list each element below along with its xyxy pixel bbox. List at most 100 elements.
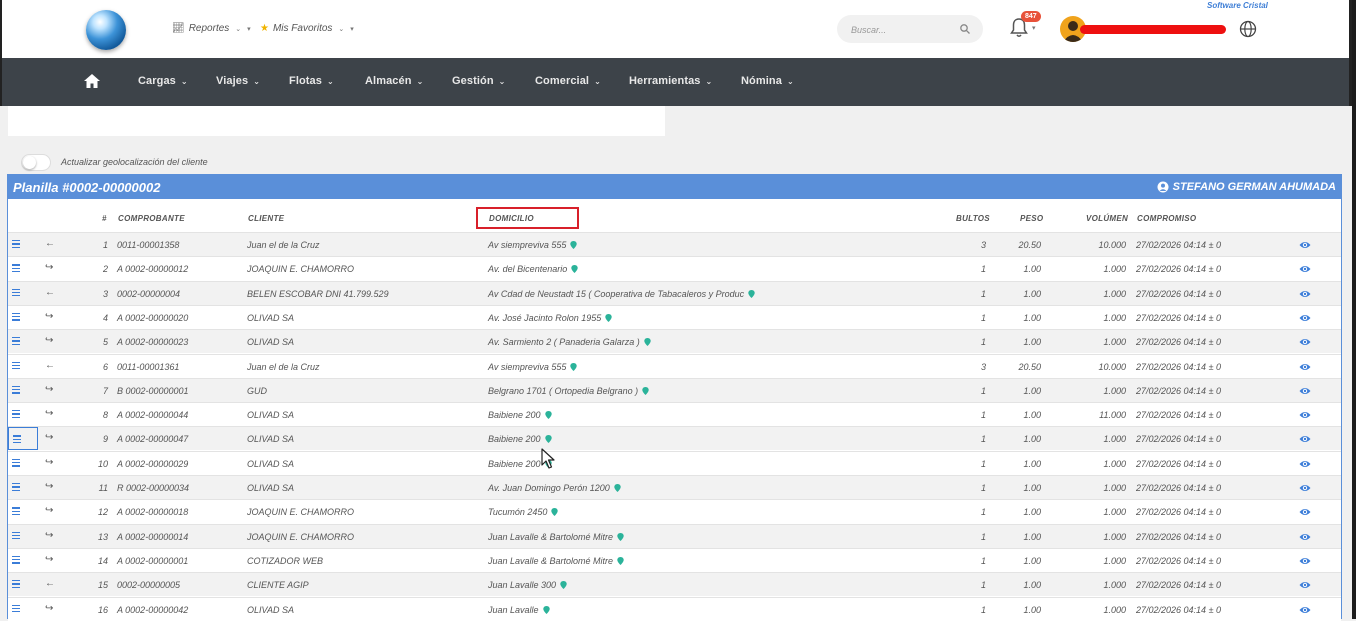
row-comprobante[interactable]: 0011-00001358 [117,240,179,250]
eye-icon[interactable] [1299,362,1311,372]
table-row[interactable]: ↪ 2 A 0002-00000012 JOAQUIN E. CHAMORRO Av. … [8,256,1341,281]
row-menu-icon[interactable] [12,262,22,274]
eye-icon[interactable] [1299,337,1311,347]
table-row[interactable]: ↪ 5 A 0002-00000023 OLIVAD SA Av. Sarmiento … [8,329,1341,354]
eye-icon[interactable] [1299,264,1311,274]
table-row[interactable]: ↪ 14 A 0002-00000001 COTIZADOR WEB Juan Lava… [8,547,1341,572]
table-row[interactable]: ↪ 12 A 0002-00000018 JOAQUIN E. CHAMORRO Tuc… [8,499,1341,524]
col-volumen[interactable]: VOLÚMEN [1086,214,1128,223]
row-menu-icon[interactable] [12,360,22,372]
map-pin-icon[interactable] [617,556,624,565]
col-bultos[interactable]: BULTOS [956,214,990,223]
map-pin-icon[interactable] [542,605,550,614]
map-pin-icon[interactable] [544,411,552,420]
row-comprobante[interactable]: A 0002-00000012 [117,264,188,274]
row-menu-icon[interactable] [12,530,22,542]
table-row[interactable]: ↪ 16 A 0002-00000042 OLIVAD SA Juan Lavalle 1… [8,596,1341,621]
eye-icon[interactable] [1299,434,1311,444]
col-compromiso[interactable]: COMPROMISO [1137,214,1196,223]
row-menu-icon[interactable] [12,578,22,590]
geolocation-toggle[interactable] [21,154,51,171]
table-row[interactable]: ↪ 13 A 0002-00000014 JOAQUIN E. CHAMORRO Jua… [8,523,1341,548]
eye-icon[interactable] [1299,459,1311,469]
eye-icon[interactable] [1299,507,1311,517]
row-comprobante[interactable]: A 0002-00000018 [117,507,188,517]
row-comprobante[interactable]: 0002-00000005 [117,580,180,590]
nav-viajes[interactable]: Viajes ⌄ [216,75,260,87]
col-peso[interactable]: PESO [1020,214,1043,223]
nav-flotas[interactable]: Flotas ⌄ [289,75,334,87]
eye-icon[interactable] [1299,386,1311,396]
eye-icon[interactable] [1299,532,1311,542]
table-row[interactable]: ↪ 9 A 0002-00000047 OLIVAD SA Baibiene 200 1 1… [8,426,1341,451]
eye-icon[interactable] [1299,313,1311,323]
favoritos-menu[interactable]: ★ Mis Favoritos ⌄ ▾ [260,23,354,34]
row-menu-icon[interactable] [12,287,22,299]
row-menu-icon[interactable] [8,427,38,451]
row-menu-icon[interactable] [12,603,22,615]
row-comprobante[interactable]: 0011-00001361 [117,362,179,372]
map-pin-icon[interactable] [570,362,578,371]
search-input[interactable] [849,22,963,38]
map-pin-icon[interactable] [642,386,649,395]
nav-nomina[interactable]: Nómina ⌄ [741,75,794,87]
row-menu-icon[interactable] [12,457,22,469]
nav-herramientas[interactable]: Herramientas ⌄ [629,75,712,87]
nav-almacen[interactable]: Almacén ⌄ [365,75,423,87]
col-cliente[interactable]: CLIENTE [248,214,284,223]
row-comprobante[interactable]: A 0002-00000020 [117,313,188,323]
table-row[interactable]: ← 1 0011-00001358 Juan el de la Cruz Av siem… [8,232,1341,256]
map-pin-icon[interactable] [544,435,552,444]
eye-icon[interactable] [1299,410,1311,420]
map-pin-icon[interactable] [748,289,755,298]
globe-icon[interactable] [1239,20,1257,38]
row-menu-icon[interactable] [12,481,22,493]
row-comprobante[interactable]: A 0002-00000047 [117,434,188,444]
row-comprobante[interactable]: R 0002-00000034 [117,483,189,493]
table-row[interactable]: ↪ 4 A 0002-00000020 OLIVAD SA Av. José Jacin… [8,304,1341,329]
col-num[interactable]: # [102,214,107,223]
map-pin-icon[interactable] [571,265,578,274]
map-pin-icon[interactable] [570,241,578,249]
nav-gestion[interactable]: Gestión ⌄ [452,75,505,87]
row-menu-icon[interactable] [12,311,22,323]
table-row[interactable]: ↪ 7 B 0002-00000001 GUD Belgrano 1701 ( Orto… [8,377,1341,402]
table-row[interactable]: ← 6 0011-00001361 Juan el de la Cruz Av siem… [8,353,1341,378]
map-pin-icon[interactable] [614,484,621,492]
row-comprobante[interactable]: A 0002-00000023 [117,337,188,347]
row-comprobante[interactable]: A 0002-00000014 [117,532,188,542]
eye-icon[interactable] [1299,556,1311,566]
table-row[interactable]: ← 15 0002-00000005 CLIENTE AGIP Juan Lavalle… [8,572,1341,597]
nav-cargas[interactable]: Cargas ⌄ [138,75,188,87]
eye-icon[interactable] [1299,240,1311,250]
username-redacted[interactable] [1080,25,1226,34]
map-pin-icon[interactable] [605,313,612,322]
row-comprobante[interactable]: A 0002-00000044 [117,410,188,420]
row-comprobante[interactable]: A 0002-00000042 [117,605,188,615]
row-menu-icon[interactable] [12,384,22,396]
search-icon[interactable] [959,23,971,35]
row-menu-icon[interactable] [12,335,22,347]
eye-icon[interactable] [1299,289,1311,299]
table-row[interactable]: ↪ 8 A 0002-00000044 OLIVAD SA Baibiene 200 1 1… [8,402,1341,427]
map-pin-icon[interactable] [560,581,567,590]
col-comprobante[interactable]: COMPROBANTE [118,214,185,223]
map-pin-icon[interactable] [551,508,559,517]
nav-comercial[interactable]: Comercial ⌄ [535,75,601,87]
row-menu-icon[interactable] [12,408,22,420]
home-icon[interactable] [83,73,101,89]
row-comprobante[interactable]: B 0002-00000001 [117,386,189,396]
eye-icon[interactable] [1299,605,1311,615]
table-row[interactable]: ↪ 10 A 0002-00000029 OLIVAD SA Baibiene 200 1… [8,450,1341,475]
table-row[interactable]: ↪ 11 R 0002-00000034 OLIVAD SA Av. Juan Domi… [8,475,1341,499]
row-comprobante[interactable]: A 0002-00000001 [117,556,188,566]
row-menu-icon[interactable] [12,554,22,566]
eye-icon[interactable] [1299,483,1311,493]
row-menu-icon[interactable] [12,238,22,250]
app-logo[interactable] [86,10,126,50]
table-row[interactable]: ← 3 0002-00000004 BELEN ESCOBAR DNI 41.799.… [8,280,1341,305]
row-comprobante[interactable]: A 0002-00000029 [117,459,188,469]
eye-icon[interactable] [1299,580,1311,590]
row-menu-icon[interactable] [12,505,22,517]
map-pin-icon[interactable] [617,532,624,541]
